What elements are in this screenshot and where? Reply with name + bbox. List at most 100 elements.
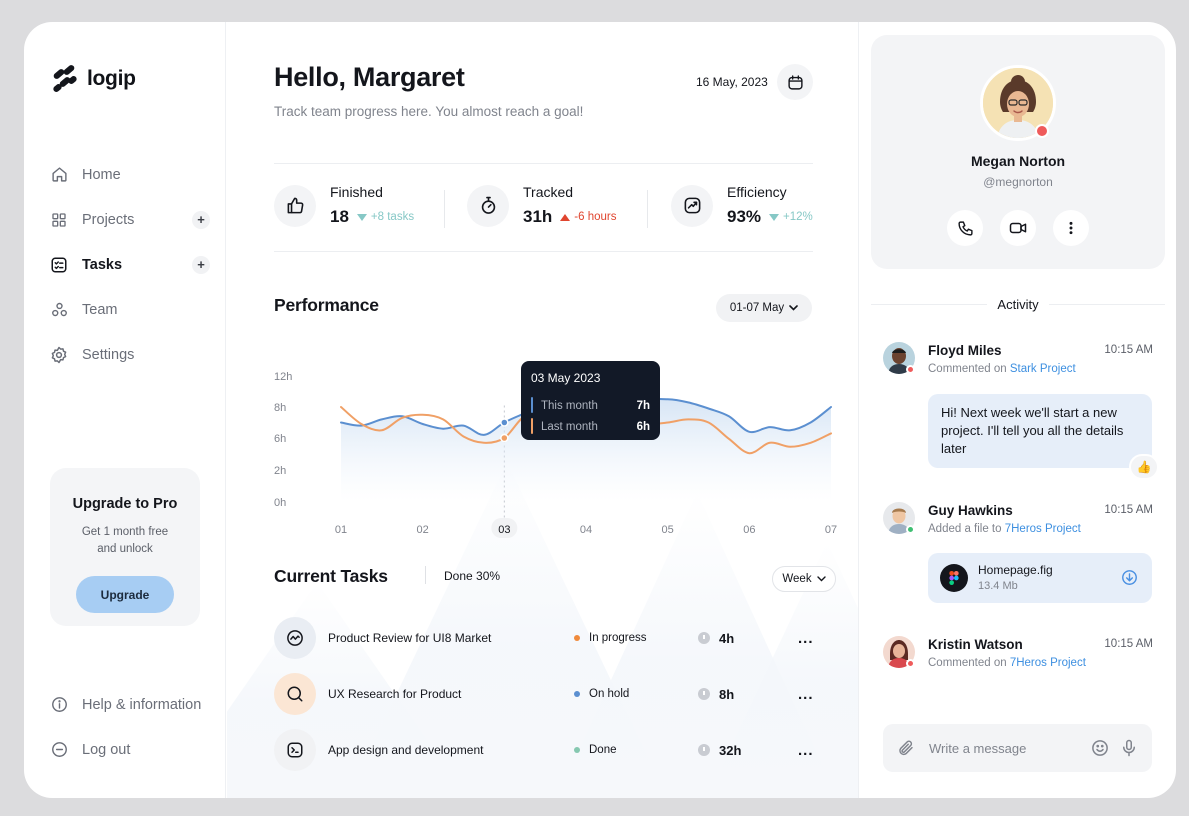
download-icon[interactable] — [1121, 569, 1138, 586]
emoji-icon[interactable] — [1091, 739, 1109, 757]
calendar-button[interactable] — [777, 64, 813, 100]
activity-item[interactable]: Guy Hawkins 10:15 AM Added a file to 7He… — [883, 502, 1153, 542]
task-row[interactable]: UX Research for Product On hold 8h ... — [274, 672, 834, 716]
sidebar-item-label: Log out — [82, 741, 131, 758]
sidebar-item-logout[interactable]: Log out — [50, 727, 220, 772]
tooltip-label: Last month — [541, 420, 598, 433]
paperclip-icon[interactable] — [897, 739, 915, 757]
more-options-button[interactable]: ... — [798, 742, 814, 759]
task-status: On hold — [574, 688, 629, 700]
file-size: 13.4 Mb — [978, 580, 1018, 592]
activity-time: 10:15 AM — [1104, 344, 1153, 356]
sidebar-item-settings[interactable]: Settings — [50, 332, 210, 377]
stat-value: 18 — [330, 207, 349, 226]
tooltip-swatch — [531, 397, 533, 413]
more-button[interactable] — [1053, 210, 1089, 246]
upgrade-button[interactable]: Upgrade — [76, 576, 174, 613]
triangle-down-icon — [356, 213, 367, 221]
add-project-button[interactable]: + — [192, 210, 210, 229]
clock-icon — [698, 688, 710, 700]
info-icon — [50, 696, 68, 714]
task-status-text: Done — [589, 744, 617, 756]
x-tick-label: 05 — [662, 524, 674, 536]
task-name: App design and development — [328, 743, 484, 757]
grid-icon — [50, 211, 68, 229]
y-tick-label: 8h — [274, 402, 286, 414]
video-icon — [1009, 222, 1027, 234]
activity-description: Commented on Stark Project — [928, 363, 1076, 375]
stat-delta-text: +12% — [783, 211, 813, 223]
task-row[interactable]: App design and development Done 32h ... — [274, 728, 834, 772]
sidebar-item-tasks[interactable]: Tasks + — [50, 242, 210, 287]
tooltip-value: 7h — [636, 399, 650, 412]
task-time-value: 32h — [719, 742, 742, 758]
activity-user: Kristin Watson — [928, 637, 1023, 652]
terminal-icon — [274, 729, 316, 771]
tooltip-row-this-month: This month 7h — [531, 395, 650, 416]
more-options-button[interactable]: ... — [798, 630, 814, 647]
sidebar-item-projects[interactable]: Projects + — [50, 197, 210, 242]
home-icon — [50, 166, 68, 184]
task-row[interactable]: Product Review for UI8 Market In progres… — [274, 616, 834, 660]
stat-delta: +8 tasks — [356, 211, 414, 223]
add-task-button[interactable]: + — [192, 255, 210, 274]
profile-card: Megan Norton @megnorton — [871, 35, 1165, 269]
period-dropdown[interactable]: Week — [772, 566, 836, 592]
y-tick-label: 0h — [274, 497, 286, 509]
project-link[interactable]: Stark Project — [1010, 363, 1076, 375]
period-value: Week — [782, 573, 812, 585]
y-tick-label: 2h — [274, 465, 286, 477]
calendar-icon — [787, 74, 803, 90]
current-date: 16 May, 2023 — [696, 75, 768, 89]
task-status-text: In progress — [589, 632, 647, 644]
microphone-icon[interactable] — [1120, 738, 1138, 758]
more-options-button[interactable]: ... — [798, 686, 814, 703]
tooltip-swatch — [531, 418, 533, 434]
current-tasks-title: Current Tasks — [274, 566, 388, 586]
main-nav: Home Projects + Tasks + Team Settings — [50, 152, 210, 377]
divider — [871, 304, 988, 305]
sidebar-item-label: Tasks — [82, 256, 123, 273]
stat-separator — [647, 190, 648, 228]
upgrade-subtitle: Get 1 month free and unlock — [81, 526, 169, 555]
message-input[interactable] — [929, 738, 1079, 758]
activity-item[interactable]: Kristin Watson 10:15 AM Commented on 7He… — [883, 636, 1153, 676]
sidebar-item-home[interactable]: Home — [50, 152, 210, 197]
activity-action: Commented on — [928, 657, 1007, 669]
file-attachment[interactable]: Homepage.fig 13.4 Mb — [928, 553, 1152, 603]
point-last-month — [500, 433, 509, 443]
trend-chart-icon — [671, 184, 713, 227]
activity-description: Commented on 7Heros Project — [928, 657, 1086, 669]
date-range-value: 01-07 May — [729, 302, 785, 314]
logo[interactable]: logip — [51, 65, 136, 93]
chevron-down-icon — [789, 305, 798, 311]
stat-value: 93% — [727, 207, 762, 226]
tooltip-date: 03 May 2023 — [531, 371, 601, 385]
project-link[interactable]: 7Heros Project — [1005, 523, 1081, 535]
sidebar-bottom: Help & information Log out — [50, 682, 220, 772]
video-call-button[interactable] — [1000, 210, 1036, 246]
divider — [274, 163, 813, 164]
activity-item[interactable]: Floyd Miles 10:15 AM Commented on Stark … — [883, 342, 1153, 382]
x-tick-label: 03 — [498, 524, 510, 536]
team-icon — [50, 301, 68, 319]
status-dot — [574, 691, 580, 697]
status-indicator — [906, 659, 915, 668]
project-link[interactable]: 7Heros Project — [1010, 657, 1086, 669]
tooltip-value: 6h — [636, 420, 650, 433]
figma-icon — [940, 564, 968, 592]
task-status: Done — [574, 744, 617, 756]
clock-icon — [698, 744, 710, 756]
sidebar-item-team[interactable]: Team — [50, 287, 210, 332]
call-button[interactable] — [947, 210, 983, 246]
sidebar-item-label: Home — [82, 166, 121, 183]
task-time: 4h — [698, 631, 734, 646]
sidebar-item-help[interactable]: Help & information — [50, 682, 220, 727]
reaction-badge[interactable]: 👍 — [1129, 454, 1159, 480]
profile-handle: @megnorton — [983, 175, 1053, 189]
date-range-dropdown[interactable]: 01-07 May — [716, 294, 812, 322]
logo-mark-icon — [53, 65, 77, 92]
stat-value: 31h — [523, 207, 553, 226]
x-tick-label: 04 — [580, 524, 592, 536]
sidebar-item-label: Projects — [82, 211, 135, 228]
